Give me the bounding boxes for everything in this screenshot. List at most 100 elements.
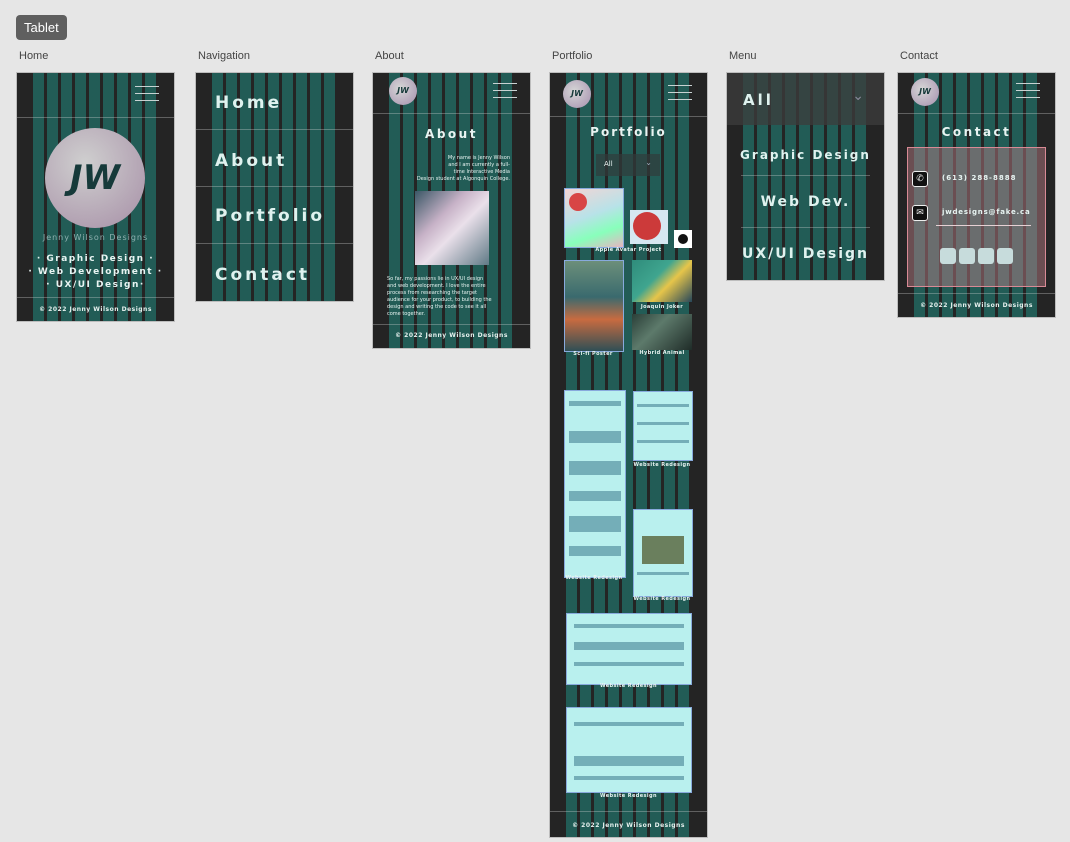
joaquin-joker-thumbnail[interactable]	[632, 260, 692, 302]
nav-about[interactable]: About	[215, 151, 287, 171]
website-redesign-thumbnail[interactable]	[633, 391, 693, 461]
body-line: come together.	[387, 311, 426, 317]
body-line: audience for your product, to building t…	[387, 297, 492, 303]
menu-item-graphic-design[interactable]: Graphic Design	[727, 148, 884, 162]
artboard-label-contact[interactable]: Contact	[900, 50, 938, 62]
intro-line: time Interactive Media	[453, 169, 510, 175]
email-address[interactable]: jwdesigns@fake.ca	[942, 208, 1030, 216]
website-redesign-thumbnail[interactable]	[564, 390, 626, 578]
website-redesign-thumbnail[interactable]	[566, 707, 692, 793]
email-icon: ✉	[912, 205, 928, 221]
header-logo[interactable]: JW	[911, 78, 939, 106]
site-block	[637, 404, 689, 407]
site-block	[574, 662, 684, 666]
linkedin-icon[interactable]	[978, 248, 994, 264]
footer-copyright: © 2022 Jenny Wilson Designs	[395, 332, 508, 339]
menu-selected-value: All	[743, 91, 774, 109]
nav-portfolio[interactable]: Portfolio	[215, 206, 325, 226]
hamburger-icon[interactable]	[1016, 82, 1040, 100]
body-line: process from researching the target	[387, 290, 477, 296]
brand-name: Jenny Wilson Designs	[42, 233, 149, 242]
hamburger-icon[interactable]	[668, 84, 692, 102]
apple-avatar-thumbnail-2[interactable]	[630, 210, 668, 244]
menu-divider	[741, 175, 870, 176]
site-block	[568, 491, 622, 501]
caption-website-redesign: Website Redesign	[600, 793, 657, 799]
caption-website-redesign: Website Redesign	[633, 596, 691, 602]
chevron-down-icon: ⌄	[645, 158, 652, 167]
menu-divider	[741, 227, 870, 228]
artboard-label-about[interactable]: About	[375, 50, 404, 62]
chevron-down-icon: ⌄	[852, 88, 864, 104]
twitter-icon[interactable]	[940, 248, 956, 264]
intro-line: My name is Jenny Wilson	[447, 155, 510, 161]
filter-value: All	[604, 160, 613, 168]
scifi-poster-thumbnail[interactable]	[564, 260, 624, 352]
site-block	[574, 776, 684, 780]
nav-home[interactable]: Home	[215, 93, 282, 113]
hamburger-icon[interactable]	[493, 82, 517, 100]
artboard-label-home[interactable]: Home	[19, 50, 48, 62]
menu-item-uxui-design[interactable]: UX/UI Design	[727, 246, 884, 262]
artboard-about[interactable]: JW About My name is Jenny Wilson and I a…	[372, 72, 531, 349]
artboard-portfolio[interactable]: JW Portfolio All ⌄ Apple Avatar Project …	[549, 72, 708, 838]
menu-item-web-dev[interactable]: Web Dev.	[727, 194, 884, 210]
artboard-label-portfolio[interactable]: Portfolio	[552, 50, 592, 62]
header-logo[interactable]: JW	[563, 80, 591, 108]
website-redesign-thumbnail[interactable]	[633, 509, 693, 597]
site-block	[574, 642, 684, 650]
caption-website-redesign: Website Redesign	[565, 575, 623, 581]
device-tag[interactable]: Tablet	[16, 15, 67, 40]
site-block	[637, 440, 689, 443]
body-line: and web development. I love the entire	[387, 283, 486, 289]
site-block	[574, 756, 684, 766]
instagram-icon[interactable]	[959, 248, 975, 264]
artboard-navigation[interactable]: Home About Portfolio Contact	[195, 72, 354, 302]
site-block	[568, 546, 622, 556]
hybrid-animal-thumbnail[interactable]	[632, 314, 692, 350]
site-block	[568, 401, 622, 406]
phone-number[interactable]: (613) 288-8888	[942, 174, 1016, 182]
body-line: So far, my passions lie in UX/UI design	[387, 276, 484, 282]
header-divider	[17, 117, 174, 118]
page-title: Portfolio	[590, 125, 667, 139]
header-logo[interactable]: JW	[389, 77, 417, 105]
service-uxui: · UX/UI Design·	[46, 280, 145, 290]
apple-avatar-thumbnail[interactable]	[564, 188, 624, 248]
flower-icon	[674, 230, 692, 248]
artboard-label-navigation[interactable]: Navigation	[198, 50, 250, 62]
footer-divider	[550, 811, 707, 812]
logo-mark: JW	[69, 158, 121, 198]
menu-selected-row[interactable]: All ⌄	[727, 73, 884, 125]
footer-divider	[17, 297, 174, 298]
service-graphic: · Graphic Design ·	[36, 254, 155, 264]
flower-center-shape	[678, 234, 688, 244]
artboard-home[interactable]: JW Jenny Wilson Designs · Graphic Design…	[16, 72, 175, 322]
artboard-label-menu[interactable]: Menu	[729, 50, 757, 62]
body-line: design and writing the code to see it al…	[387, 304, 487, 310]
service-web: · Web Development ·	[28, 267, 163, 277]
site-block	[637, 422, 689, 425]
footer-copyright: © 2022 Jenny Wilson Designs	[39, 306, 152, 313]
logo-circle: JW	[45, 128, 145, 228]
header-divider	[898, 113, 1055, 114]
filter-select[interactable]: All ⌄	[596, 154, 660, 176]
nav-contact[interactable]: Contact	[215, 265, 310, 285]
footer-copyright: © 2022 Jenny Wilson Designs	[920, 302, 1033, 309]
artboard-contact[interactable]: JW Contact ✆ (613) 288-8888 ✉ jwdesigns@…	[897, 72, 1056, 318]
header-divider	[373, 113, 530, 114]
artboard-menu[interactable]: All ⌄ Graphic Design Web Dev. UX/UI Desi…	[726, 72, 885, 281]
caption-website-redesign: Website Redesign	[600, 683, 657, 689]
page-title: Contact	[941, 125, 1012, 139]
facebook-icon[interactable]	[997, 248, 1013, 264]
site-block	[568, 461, 622, 475]
nav-divider	[196, 129, 353, 130]
header-divider	[550, 116, 707, 117]
hamburger-icon[interactable]	[135, 85, 159, 103]
nav-divider	[196, 186, 353, 187]
website-redesign-thumbnail[interactable]	[566, 613, 692, 685]
site-block	[574, 624, 684, 628]
site-block	[574, 722, 684, 726]
nav-divider	[196, 243, 353, 244]
site-block	[568, 431, 622, 443]
